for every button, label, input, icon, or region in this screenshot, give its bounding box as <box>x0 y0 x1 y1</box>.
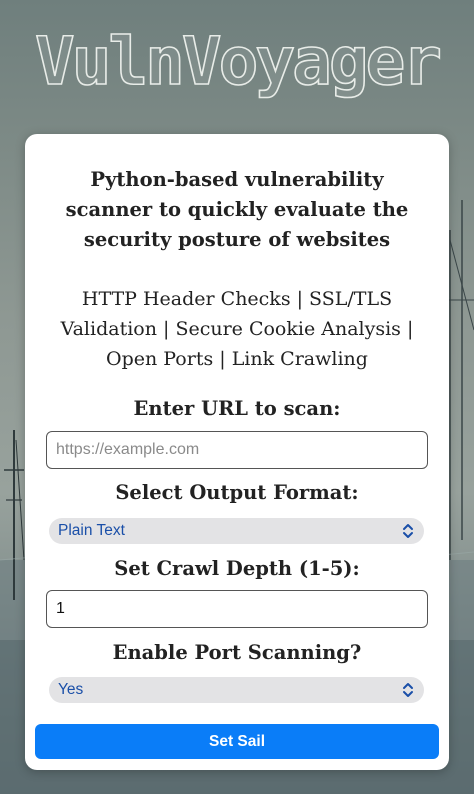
crawl-depth-input[interactable] <box>46 590 428 628</box>
crawl-depth-label: Set Crawl Depth (1-5): <box>114 557 360 580</box>
url-input[interactable] <box>46 431 428 469</box>
scan-form-card: Python-based vulnerability scanner to qu… <box>25 134 449 770</box>
output-format-select[interactable]: Plain Text <box>49 518 424 544</box>
output-format-value: Plain Text <box>58 522 125 539</box>
chevron-up-down-icon <box>402 682 414 698</box>
output-format-label: Select Output Format: <box>115 481 359 504</box>
feature-list: HTTP Header Checks | SSL/TLS Validation … <box>60 288 414 370</box>
port-scanning-value: Yes <box>58 681 84 698</box>
url-label: Enter URL to scan: <box>133 397 341 420</box>
set-sail-button[interactable]: Set Sail <box>35 724 439 759</box>
app-logo: VulnVoyager <box>0 23 474 100</box>
chevron-up-down-icon <box>402 523 414 539</box>
logo-wordmark: VulnVoyager <box>34 23 443 100</box>
port-scanning-select[interactable]: Yes <box>49 677 424 703</box>
port-scanning-label: Enable Port Scanning? <box>112 641 362 664</box>
tagline: Python-based vulnerability scanner to qu… <box>65 168 409 251</box>
